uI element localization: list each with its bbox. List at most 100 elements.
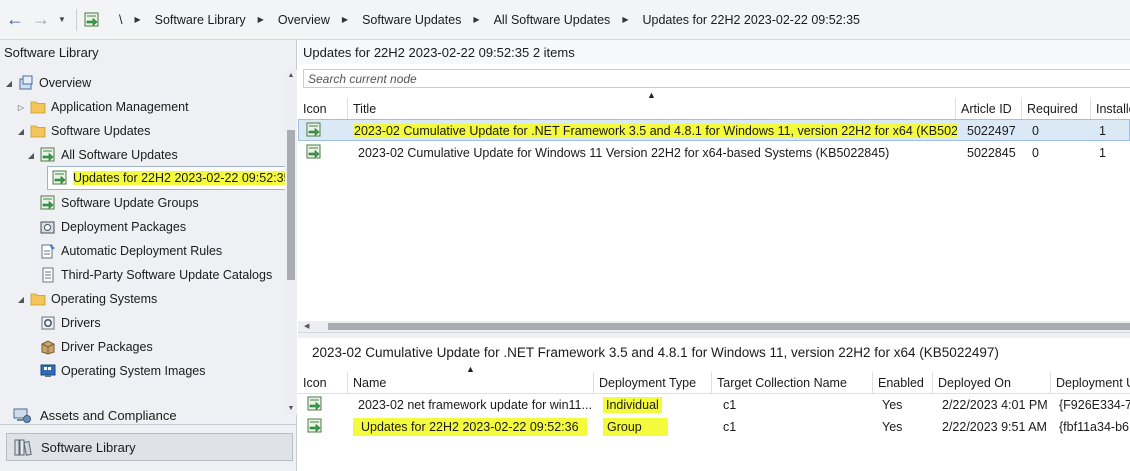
- tree-item-operating-systems[interactable]: ◢ Operating Systems: [14, 288, 157, 310]
- column-header-deployment-type[interactable]: Deployment Type: [594, 372, 712, 394]
- collapse-caret-icon[interactable]: ◢: [14, 295, 28, 304]
- breadcrumb-current-group[interactable]: Updates for 22H2 2023-02-22 09:52:35: [642, 13, 860, 27]
- tree-item-third-party-catalogs[interactable]: Third-Party Software Update Catalogs: [38, 264, 272, 286]
- tree-item-label: Software Update Groups: [61, 196, 199, 210]
- tree-item-overview[interactable]: ◢ Overview: [2, 72, 91, 94]
- history-dropdown-icon[interactable]: ▼: [58, 15, 70, 24]
- tree-item-label: Operating System Images: [61, 364, 206, 378]
- details-title: 2023-02 Cumulative Update for .NET Frame…: [312, 345, 999, 360]
- tree-item-software-update-groups[interactable]: Software Update Groups: [38, 192, 199, 214]
- search-input[interactable]: Search current node: [303, 69, 1130, 88]
- enabled-value: Yes: [882, 420, 903, 434]
- table-row[interactable]: 2023-02 Cumulative Update for .NET Frame…: [298, 119, 1130, 141]
- tree-item-all-software-updates[interactable]: ◢ All Software Updates: [24, 144, 178, 166]
- breadcrumb-overview[interactable]: Overview: [278, 13, 330, 27]
- breadcrumb-chevron-icon[interactable]: ▶: [622, 15, 628, 24]
- driver-gear-icon: [41, 316, 55, 330]
- navigation-scrollbar[interactable]: ▲ ▼: [285, 70, 297, 415]
- update-title: 2023-02 Cumulative Update for .NET Frame…: [349, 120, 957, 142]
- installed-count: 1: [1099, 124, 1106, 138]
- column-header-enabled[interactable]: Enabled: [873, 372, 933, 394]
- tree-item-os-images[interactable]: Operating System Images: [38, 360, 206, 382]
- pane-splitter[interactable]: [298, 332, 1130, 338]
- column-header-target-collection[interactable]: Target Collection Name: [712, 372, 873, 394]
- column-header-icon[interactable]: Icon: [298, 372, 348, 394]
- tree-item-label: Software Updates: [51, 124, 151, 138]
- workspace-label: Software Library: [41, 439, 136, 455]
- folder-icon: [30, 99, 46, 115]
- column-header-icon[interactable]: Icon: [298, 98, 348, 120]
- breadcrumb-all-software-updates[interactable]: All Software Updates: [494, 13, 611, 27]
- required-count: 0: [1032, 124, 1039, 138]
- scrollbar-thumb[interactable]: [287, 130, 295, 280]
- content-pane: Updates for 22H2 2023-02-22 09:52:35 2 i…: [298, 40, 1130, 471]
- tree-item-drivers[interactable]: Drivers: [38, 312, 101, 334]
- enabled-value: Yes: [882, 398, 903, 412]
- target-collection: c1: [723, 398, 737, 412]
- table-row[interactable]: Updates for 22H2 2023-02-22 09:52:36 Gro…: [298, 416, 1130, 438]
- update-title: 2023-02 Cumulative Update for Windows 11…: [358, 146, 890, 160]
- deployment-icon: [307, 418, 323, 434]
- column-header-name[interactable]: Name: [348, 372, 594, 394]
- column-header-installed[interactable]: Installe: [1091, 98, 1130, 120]
- forward-button[interactable]: →: [30, 9, 52, 31]
- workspace-assets-and-compliance[interactable]: Assets and Compliance: [6, 401, 293, 429]
- required-count: 0: [1032, 146, 1039, 160]
- address-bar: ← → ▼ \ ▶ Software Library ▶ Overview ▶ …: [0, 0, 1130, 40]
- breadcrumb: \ ▶ Software Library ▶ Overview ▶ Softwa…: [109, 13, 860, 27]
- table-row[interactable]: 2023-02 net framework update for win11..…: [298, 394, 1130, 416]
- deployment-type: Group: [598, 416, 668, 438]
- breadcrumb-chevron-icon[interactable]: ▶: [258, 15, 264, 24]
- rule-document-icon: [41, 244, 55, 259]
- content-header: Updates for 22H2 2023-02-22 09:52:35 2 i…: [298, 40, 1130, 64]
- tree-item-label: Updates for 22H2 2023-02-22 09:52:35: [73, 171, 285, 185]
- package-icon: [40, 221, 55, 234]
- column-header-deployed-on[interactable]: Deployed On: [933, 372, 1051, 394]
- software-update-icon: [40, 147, 56, 163]
- expand-caret-icon[interactable]: ▷: [14, 103, 28, 112]
- divider: [76, 8, 77, 31]
- tree-item-automatic-deployment-rules[interactable]: Automatic Deployment Rules: [38, 240, 222, 262]
- column-header-deployment-id[interactable]: Deployment U: [1051, 372, 1130, 394]
- tree-item-driver-packages[interactable]: Driver Packages: [38, 336, 153, 358]
- deployment-type: Individual: [598, 394, 662, 416]
- tree-item-label: Third-Party Software Update Catalogs: [61, 268, 273, 282]
- navigation-tree: ◢ Overview ▷ Application Management ◢ So…: [0, 70, 285, 415]
- tree-item-label: Driver Packages: [61, 340, 153, 354]
- deployment-id: {fbf11a34-b6: [1059, 420, 1129, 434]
- navigation-pane: Software Library ◢ Overview ▷ Applicatio…: [0, 40, 297, 471]
- tree-item-software-updates[interactable]: ◢ Software Updates: [14, 120, 150, 142]
- collapse-caret-icon[interactable]: ◢: [24, 151, 38, 160]
- breadcrumb-root[interactable]: \: [119, 13, 122, 27]
- software-library-icon: [14, 439, 32, 456]
- software-update-icon: [306, 122, 322, 138]
- breadcrumb-chevron-icon[interactable]: ▶: [473, 15, 479, 24]
- breadcrumb-software-library[interactable]: Software Library: [155, 13, 246, 27]
- folder-icon: [30, 291, 46, 307]
- updates-table-header: Icon Title Article ID Required Installe: [298, 98, 1130, 120]
- tree-item-label: Operating Systems: [51, 292, 158, 306]
- column-header-article-id[interactable]: Article ID: [956, 98, 1022, 120]
- column-header-required[interactable]: Required: [1022, 98, 1091, 120]
- article-id: 5022845: [967, 146, 1016, 160]
- tree-item-deployment-packages[interactable]: Deployment Packages: [38, 216, 186, 238]
- horizontal-scrollbar[interactable]: ◀: [298, 321, 1130, 332]
- breadcrumb-chevron-icon[interactable]: ▶: [134, 15, 140, 24]
- folder-icon: [30, 123, 46, 139]
- collapse-caret-icon[interactable]: ◢: [2, 79, 16, 88]
- deployed-on: 2/22/2023 9:51 AM: [942, 420, 1047, 434]
- tree-item-label: All Software Updates: [61, 148, 178, 162]
- tree-item-application-management[interactable]: ▷ Application Management: [14, 96, 189, 118]
- collapse-caret-icon[interactable]: ◢: [14, 127, 28, 136]
- column-header-title[interactable]: Title: [348, 98, 956, 120]
- workspace-label: Assets and Compliance: [40, 407, 177, 423]
- breadcrumb-chevron-icon[interactable]: ▶: [342, 15, 348, 24]
- scroll-up-icon[interactable]: ▲: [285, 70, 297, 82]
- back-button[interactable]: ←: [4, 9, 26, 31]
- scroll-left-icon[interactable]: ◀: [304, 321, 309, 332]
- scrollbar-thumb[interactable]: [328, 323, 1130, 330]
- workspace-software-library[interactable]: Software Library: [6, 433, 293, 461]
- tree-item-updates-22h2[interactable]: Updates for 22H2 2023-02-22 09:52:35: [47, 166, 285, 190]
- breadcrumb-software-updates[interactable]: Software Updates: [362, 13, 461, 27]
- table-row[interactable]: 2023-02 Cumulative Update for Windows 11…: [298, 142, 1130, 164]
